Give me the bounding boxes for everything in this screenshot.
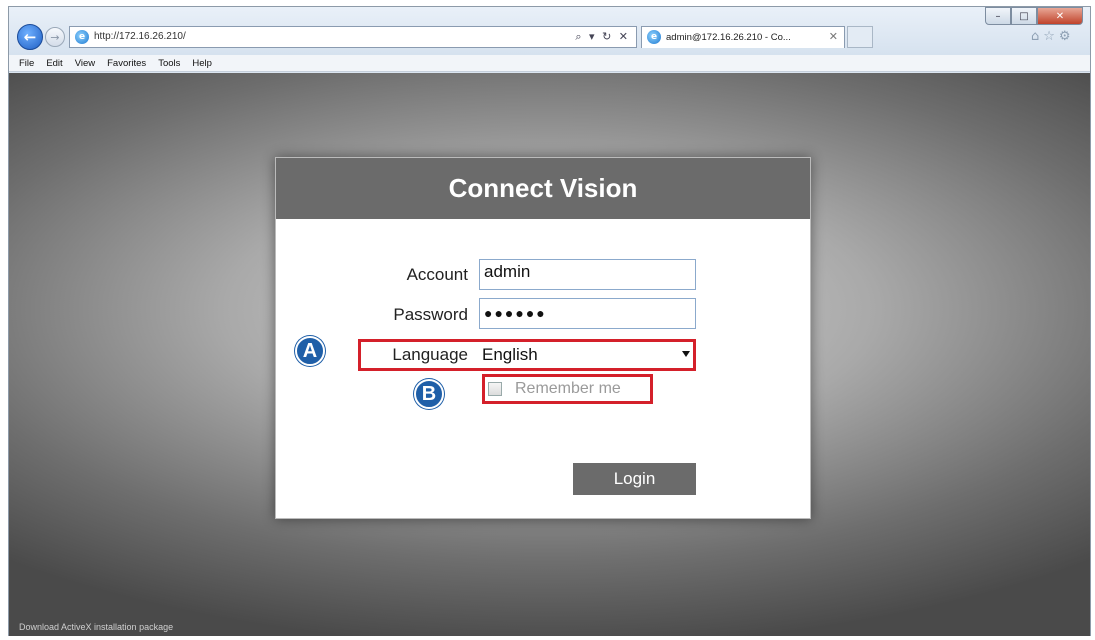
menu-view[interactable]: View [75, 58, 95, 69]
ie-icon: e [647, 30, 661, 44]
menu-favorites[interactable]: Favorites [107, 58, 146, 69]
login-panel: Connect Vision Account admin Password ●●… [275, 157, 811, 519]
remember-checkbox[interactable] [488, 382, 502, 396]
login-button[interactable]: Login [573, 463, 696, 495]
login-header: Connect Vision [276, 158, 810, 219]
back-icon[interactable]: ← [17, 24, 43, 50]
language-value: English [482, 345, 538, 364]
page-content: Connect Vision Account admin Password ●●… [9, 73, 1090, 636]
menu-help[interactable]: Help [192, 58, 212, 69]
account-input[interactable]: admin [479, 259, 696, 290]
minimize-button[interactable]: – [985, 7, 1011, 25]
menu-bar: File Edit View Favorites Tools Help [9, 55, 1090, 72]
menu-file[interactable]: File [19, 58, 34, 69]
address-tools[interactable]: ⌕ ▾ ↻ ✕ [575, 30, 630, 44]
tab-title: admin@172.16.26.210 - Co... [666, 32, 791, 43]
password-input[interactable]: ●●●●●● [479, 298, 696, 329]
menu-edit[interactable]: Edit [46, 58, 62, 69]
maximize-button[interactable]: □ [1011, 7, 1037, 25]
ie-icon: e [75, 30, 89, 44]
remember-label[interactable]: Remember me [515, 380, 621, 398]
browser-window: ← → e http://172.16.26.210/ ⌕ ▾ ↻ ✕ e ad… [8, 6, 1091, 636]
status-text[interactable]: Download ActiveX installation package [19, 622, 173, 632]
tab-close-icon[interactable]: ✕ [829, 30, 838, 43]
new-tab-button[interactable] [847, 26, 873, 48]
page-title: Connect Vision [448, 173, 638, 203]
language-label: Language [392, 345, 468, 364]
close-button[interactable]: ✕ [1037, 7, 1083, 25]
language-select[interactable]: English [479, 345, 694, 367]
url-text[interactable]: http://172.16.26.210/ [94, 31, 186, 42]
account-label: Account [406, 265, 468, 284]
password-label: Password [393, 305, 468, 324]
marker-a: A [295, 336, 325, 366]
title-bar: ← → e http://172.16.26.210/ ⌕ ▾ ↻ ✕ e ad… [9, 7, 1090, 55]
menu-tools[interactable]: Tools [158, 58, 180, 69]
tab-active[interactable]: e admin@172.16.26.210 - Co... ✕ [641, 26, 845, 48]
address-bar[interactable]: e http://172.16.26.210/ ⌕ ▾ ↻ ✕ [69, 26, 637, 48]
toolbar-icons[interactable]: ⌂☆⚙ [1031, 29, 1075, 44]
forward-icon[interactable]: → [45, 27, 65, 47]
marker-b: B [414, 379, 444, 409]
chevron-down-icon [682, 351, 690, 357]
